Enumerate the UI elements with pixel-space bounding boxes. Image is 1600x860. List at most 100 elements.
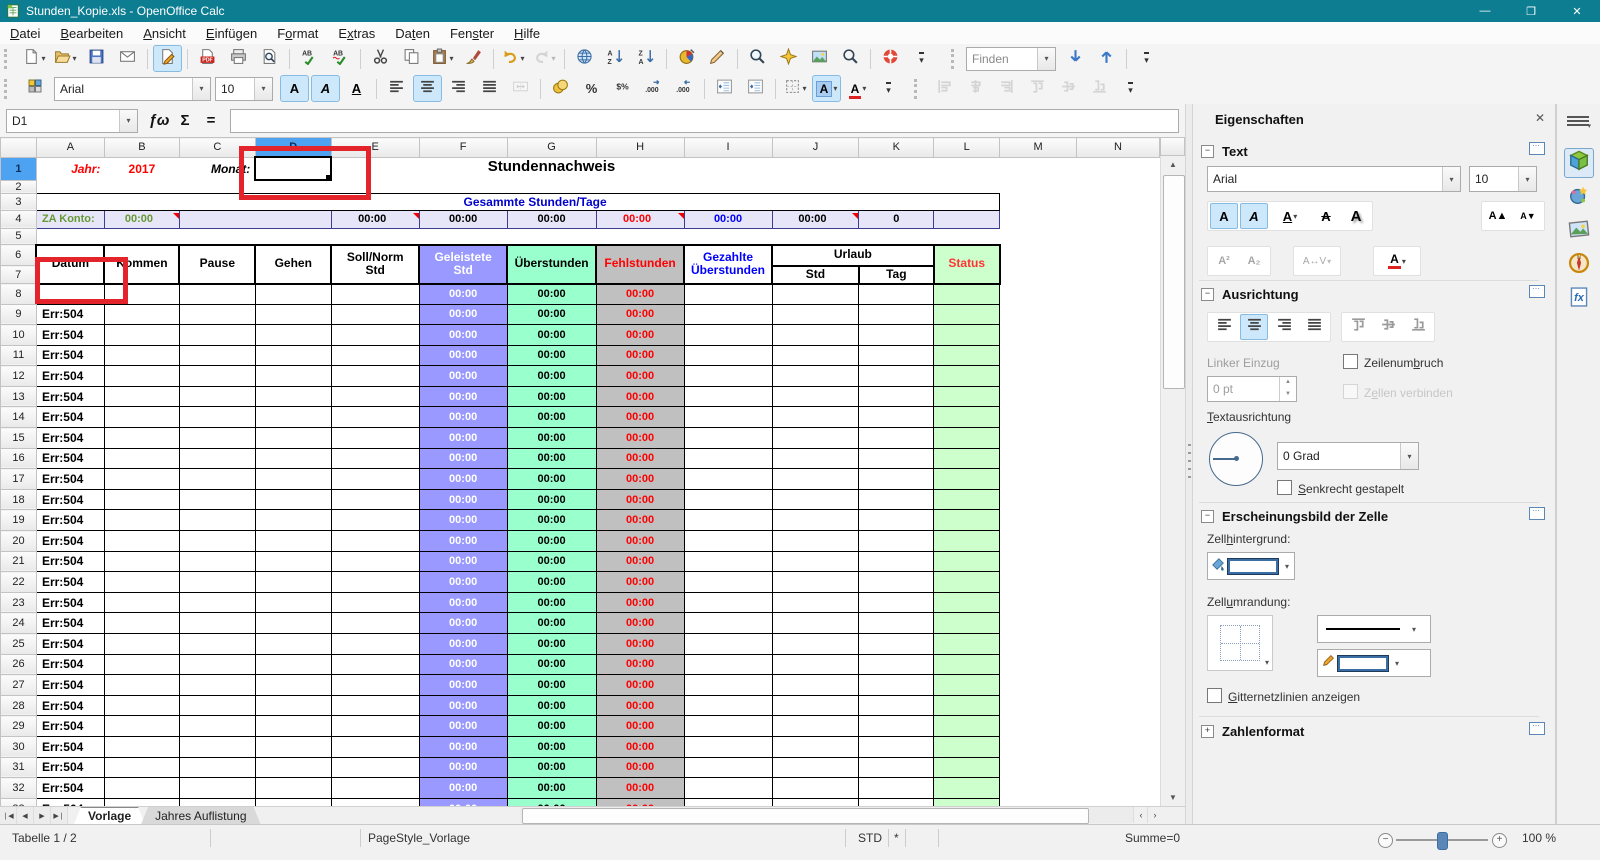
cell-L17[interactable]: [934, 469, 1000, 490]
superscript-button[interactable]: A²: [1210, 248, 1238, 274]
cell-L10[interactable]: [934, 325, 1000, 346]
formula-input-line[interactable]: [230, 109, 1179, 133]
cell-N21[interactable]: [1077, 551, 1160, 572]
cell-F23[interactable]: 00:00: [419, 592, 507, 613]
equals-button[interactable]: =: [198, 109, 224, 133]
cell-G28[interactable]: 00:00: [507, 695, 596, 716]
chevron-down-icon[interactable]: ▾: [119, 110, 137, 132]
cell-D5[interactable]: [255, 228, 331, 245]
menu-hilfe[interactable]: Hilfe: [504, 24, 550, 43]
cell-H11[interactable]: 00:00: [596, 345, 684, 366]
chevron-down-icon[interactable]: ▾: [1395, 659, 1399, 668]
cell-N2[interactable]: [1077, 180, 1160, 193]
toolbar-overflow-button[interactable]: ▾: [1132, 45, 1161, 72]
cell-I5[interactable]: [684, 228, 772, 245]
cell-F11[interactable]: 00:00: [419, 345, 507, 366]
sidebar-tab-gallery[interactable]: [1564, 216, 1594, 246]
cell-J24[interactable]: [772, 613, 859, 634]
cell-A27[interactable]: Err:504: [36, 675, 104, 696]
cell-E31[interactable]: [331, 757, 419, 778]
cell-L20[interactable]: [934, 531, 1000, 552]
cell-C28[interactable]: [179, 695, 255, 716]
cell-A14[interactable]: Err:504: [36, 407, 104, 428]
cell-D32[interactable]: [255, 778, 331, 799]
cell-J22[interactable]: [772, 572, 859, 593]
cell-B21[interactable]: [104, 551, 179, 572]
cell-K31[interactable]: [859, 757, 934, 778]
cell-D13[interactable]: [255, 386, 331, 407]
find-replace-button[interactable]: [743, 45, 772, 72]
font-color-button[interactable]: A▾: [843, 75, 872, 102]
cell-I21[interactable]: [684, 551, 772, 572]
cell-C1[interactable]: Monat:: [179, 157, 255, 180]
save-button[interactable]: [82, 45, 111, 72]
cell-M30[interactable]: [1000, 736, 1077, 757]
cell-E12[interactable]: [331, 366, 419, 387]
sidebar-tab-styles[interactable]: [1564, 182, 1594, 212]
vertically-stacked-checkbox[interactable]: Senkrecht gestapelt: [1277, 480, 1404, 498]
cell-H28[interactable]: 00:00: [596, 695, 684, 716]
cell-N10[interactable]: [1077, 325, 1160, 346]
align-bottom-button[interactable]: [1404, 314, 1432, 340]
cell-C32[interactable]: [179, 778, 255, 799]
cell-G21[interactable]: 00:00: [507, 551, 596, 572]
align-objects-bottom-button[interactable]: [1085, 75, 1114, 102]
cell-H26[interactable]: 00:00: [596, 654, 684, 675]
cell-A9[interactable]: Err:504: [36, 304, 104, 325]
cell-G27[interactable]: 00:00: [507, 675, 596, 696]
cell-E9[interactable]: [331, 304, 419, 325]
cell-J18[interactable]: [772, 489, 859, 510]
cell-A1[interactable]: Jahr:: [36, 157, 104, 180]
cell-I10[interactable]: [684, 325, 772, 346]
cell-B12[interactable]: [104, 366, 179, 387]
row-header-25[interactable]: 25: [1, 634, 37, 655]
cell-M33[interactable]: [1000, 798, 1077, 806]
last-sheet-button[interactable]: ▶❘: [51, 807, 68, 824]
cell-E1[interactable]: [331, 157, 419, 180]
section-alignment[interactable]: Ausrichtung: [1201, 287, 1299, 302]
cell-G15[interactable]: 00:00: [507, 428, 596, 449]
cell-D2[interactable]: [255, 180, 331, 193]
cell-H29[interactable]: 00:00: [596, 716, 684, 737]
cell-C30[interactable]: [179, 736, 255, 757]
cell-L19[interactable]: [934, 510, 1000, 531]
cell-F30[interactable]: 00:00: [419, 736, 507, 757]
cell-C21[interactable]: [179, 551, 255, 572]
cell-D19[interactable]: [255, 510, 331, 531]
subscript-button[interactable]: A₂: [1240, 248, 1268, 274]
cell-K15[interactable]: [859, 428, 934, 449]
cell-K29[interactable]: [859, 716, 934, 737]
shadow-button[interactable]: A: [1342, 203, 1370, 229]
row-header-21[interactable]: 21: [1, 551, 37, 572]
cell-border-preset-button[interactable]: ▾: [1207, 615, 1273, 671]
find-down-button[interactable]: [1061, 45, 1090, 72]
cell-A30[interactable]: Err:504: [36, 736, 104, 757]
cell-K18[interactable]: [859, 489, 934, 510]
left-indent-stepper[interactable]: 0 pt ▲▼: [1207, 376, 1297, 402]
background-color-button[interactable]: A▾: [812, 75, 841, 102]
insert-mode[interactable]: STD: [858, 830, 882, 846]
cell-M22[interactable]: [1000, 572, 1077, 593]
cell-M16[interactable]: [1000, 448, 1077, 469]
cell-M8[interactable]: [1000, 284, 1077, 305]
selection-sum[interactable]: Summe=0: [1125, 830, 1180, 846]
cell-F2[interactable]: [419, 180, 507, 193]
cell-C24[interactable]: [179, 613, 255, 634]
cell-L33[interactable]: [934, 798, 1000, 806]
font-name-select[interactable]: Arial ▾: [54, 77, 211, 101]
chevron-down-icon[interactable]: ▾: [1442, 167, 1460, 191]
row-header-6[interactable]: 6: [1, 245, 37, 266]
row-header-29[interactable]: 29: [1, 716, 37, 737]
cell-C16[interactable]: [179, 448, 255, 469]
cell-G33[interactable]: 00:00: [507, 798, 596, 806]
cell-A8[interactable]: [36, 284, 104, 305]
align-right-button[interactable]: [1270, 314, 1298, 340]
sheet-tab-vorlage[interactable]: Vorlage: [74, 807, 145, 824]
cell-B1[interactable]: 2017: [104, 157, 179, 180]
cell-N28[interactable]: [1077, 695, 1160, 716]
align-objects-center-button[interactable]: [961, 75, 990, 102]
cell-H27[interactable]: 00:00: [596, 675, 684, 696]
menu-einfgen[interactable]: Einfügen: [196, 24, 267, 43]
cell-C8[interactable]: [179, 284, 255, 305]
cell-J33[interactable]: [772, 798, 859, 806]
